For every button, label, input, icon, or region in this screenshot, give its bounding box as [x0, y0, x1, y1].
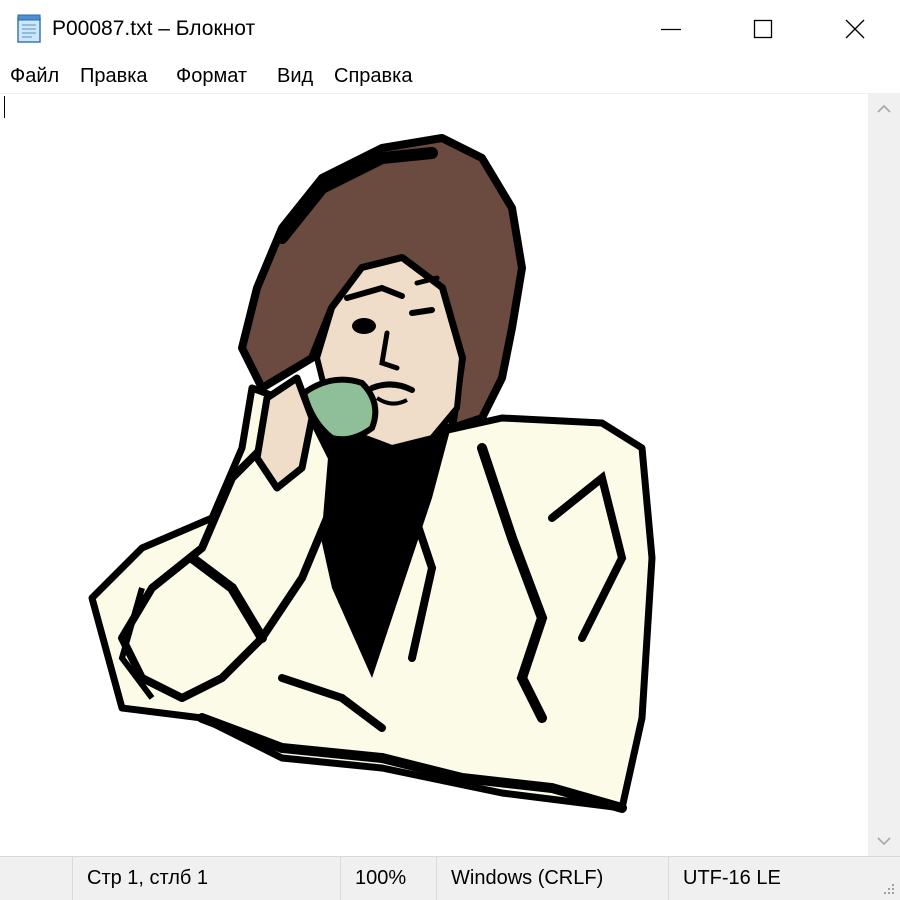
minimize-icon — [661, 28, 681, 31]
resize-grip-icon[interactable] — [878, 878, 896, 896]
scroll-down-button[interactable] — [868, 826, 900, 856]
menu-help[interactable]: Справка — [334, 63, 412, 89]
menu-file[interactable]: Файл — [10, 63, 59, 89]
menu-view[interactable]: Вид — [277, 63, 313, 89]
maximize-icon — [753, 19, 773, 39]
minimize-button[interactable] — [625, 0, 717, 58]
notepad-icon[interactable] — [14, 12, 44, 44]
vertical-scrollbar[interactable] — [868, 94, 900, 856]
status-cursor-position: Стр 1, стлб 1 — [72, 857, 340, 900]
menu-bar: Файл Правка Формат Вид Справка — [0, 58, 900, 94]
scroll-up-button[interactable] — [868, 94, 900, 124]
close-button[interactable] — [809, 0, 900, 58]
status-bar: Стр 1, стлб 1 100% Windows (CRLF) UTF-16… — [0, 856, 900, 900]
clip-art-woman-on-telephone — [88, 134, 656, 813]
window-title: P00087.txt – Блокнот — [52, 17, 256, 40]
close-icon — [845, 19, 865, 39]
status-line-ending: Windows (CRLF) — [436, 857, 668, 900]
text-caret — [4, 96, 5, 118]
chevron-down-icon — [877, 837, 891, 846]
maximize-button[interactable] — [717, 0, 809, 58]
menu-format[interactable]: Формат — [176, 63, 247, 89]
status-encoding: UTF-16 LE — [668, 857, 868, 900]
text-editor-area[interactable] — [0, 94, 868, 856]
title-bar[interactable]: P00087.txt – Блокнот — [0, 0, 900, 58]
notepad-window: P00087.txt – Блокнот Файл Правка Формат … — [0, 0, 900, 900]
chevron-up-icon — [877, 104, 891, 113]
menu-edit[interactable]: Правка — [80, 63, 148, 89]
status-zoom: 100% — [340, 857, 436, 900]
